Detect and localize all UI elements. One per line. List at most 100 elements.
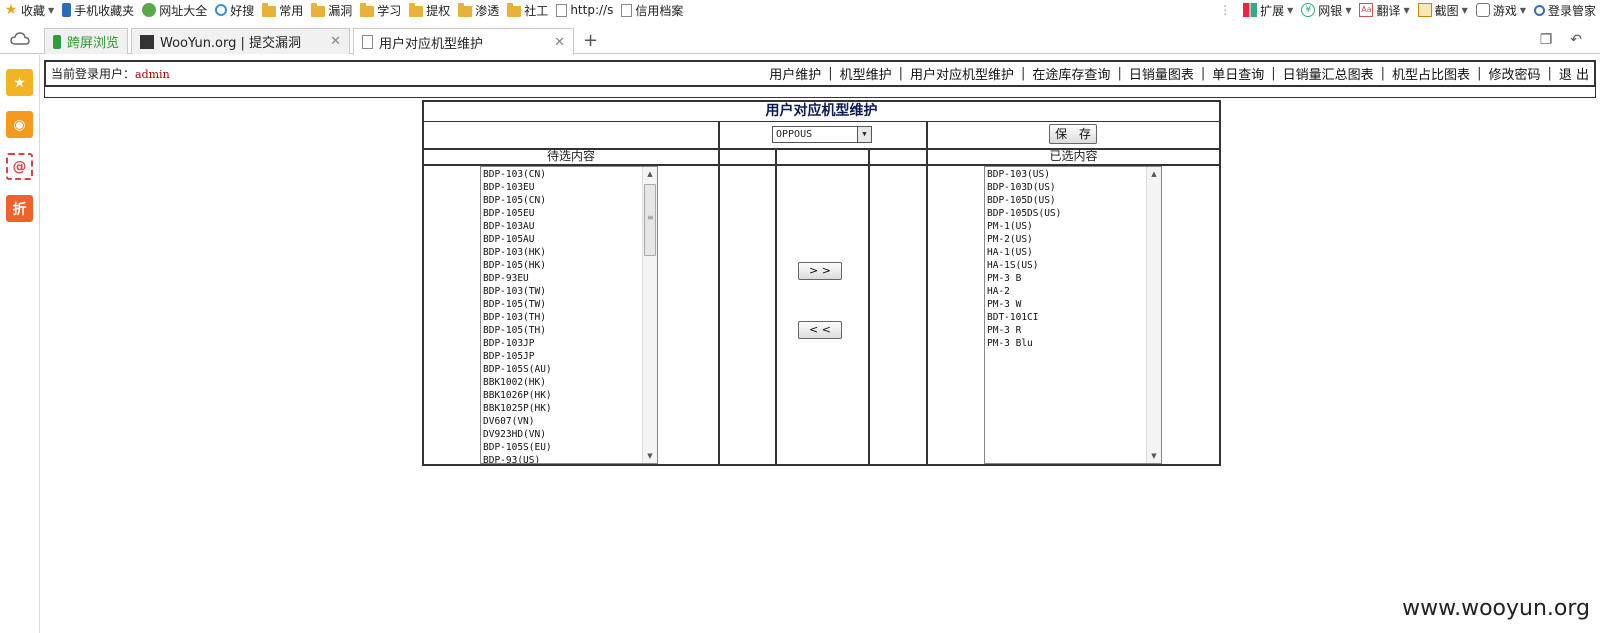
scroll-thumb[interactable] — [644, 184, 656, 256]
list-item[interactable]: BDP-105(TW) — [483, 298, 655, 311]
list-item[interactable]: BDP-103AU — [483, 220, 655, 233]
tab-wooyun[interactable]: WooYun.org | 提交漏洞 ✕ — [131, 28, 350, 54]
list-item[interactable]: BDP-105(TH) — [483, 324, 655, 337]
list-item[interactable]: BDP-105JP — [483, 350, 655, 363]
restore-window-icon[interactable]: ❐ — [1540, 32, 1553, 48]
chevron-down-icon[interactable]: ▼ — [48, 6, 54, 15]
list-item[interactable]: HA-1S(US) — [987, 259, 1159, 272]
mail-icon[interactable]: @ — [6, 153, 33, 180]
list-item[interactable]: BDP-103(TW) — [483, 285, 655, 298]
list-item[interactable]: BDP-103(CN) — [483, 168, 655, 181]
list-item[interactable]: BDP-103JP — [483, 337, 655, 350]
nav-model-maintenance[interactable]: 机型维护 — [840, 64, 892, 83]
list-item[interactable]: BDP-105(HK) — [483, 259, 655, 272]
list-item[interactable]: BDP-103D(US) — [987, 181, 1159, 194]
nav-user-model-maintenance[interactable]: 用户对应机型维护 — [910, 64, 1014, 83]
bookmark-mobile[interactable]: 手机收藏夹 — [58, 0, 138, 20]
screenshot-button[interactable]: 截图 ▼ — [1414, 0, 1472, 20]
list-item[interactable]: BDP-103(US) — [987, 168, 1159, 181]
login-username: admin — [135, 68, 170, 81]
list-item[interactable]: DV607(VN) — [483, 415, 655, 428]
list-item[interactable]: PM-3 B — [987, 272, 1159, 285]
chevron-down-icon[interactable]: ▼ — [1403, 6, 1409, 15]
list-item[interactable]: BDP-105(CN) — [483, 194, 655, 207]
chevron-down-icon[interactable]: ▼ — [857, 127, 871, 142]
nav-model-share-chart[interactable]: 机型占比图表 — [1392, 64, 1470, 83]
list-item[interactable]: BDP-105S(AU) — [483, 363, 655, 376]
nav-in-transit-stock[interactable]: 在途库存查询 — [1032, 64, 1110, 83]
available-list[interactable]: BDP-103(CN) BDP-103EU BDP-105(CN) BDP-105EU… — [480, 166, 658, 464]
nav-user-maintenance[interactable]: 用户维护 — [769, 64, 821, 83]
chevron-down-icon[interactable]: ▼ — [1462, 6, 1468, 15]
list-item[interactable]: PM-3 W — [987, 298, 1159, 311]
list-item[interactable]: BDP-93EU — [483, 272, 655, 285]
scroll-down-icon[interactable]: ▼ — [643, 449, 657, 463]
scroll-up-icon[interactable]: ▲ — [1147, 167, 1161, 181]
list-item[interactable]: HA-1(US) — [987, 246, 1159, 259]
tab-cross-screen[interactable]: 跨屏浏览 — [44, 28, 128, 54]
translate-button[interactable]: Aa 翻译 ▼ — [1355, 0, 1413, 20]
netbank-button[interactable]: ¥ 网银 ▼ — [1297, 0, 1355, 20]
bookmark-haosou[interactable]: 好搜 — [211, 0, 258, 20]
chevron-down-icon[interactable]: ▼ — [1345, 6, 1351, 15]
bookmark-directory[interactable]: 网址大全 — [138, 0, 211, 20]
selected-list[interactable]: BDP-103(US) BDP-103D(US) BDP-105D(US) BDP-1… — [984, 166, 1162, 464]
scrollbar[interactable]: ▲ ▼ — [642, 167, 657, 463]
undo-close-icon[interactable]: ↶ — [1570, 32, 1582, 48]
list-item[interactable]: BDP-105S(EU) — [483, 441, 655, 454]
scrollbar[interactable]: ▲ ▼ — [1146, 167, 1161, 463]
user-select[interactable]: OPPOUS ▼ — [772, 126, 872, 143]
bookmark-favorites[interactable]: ★ 收藏 ▼ — [0, 0, 58, 20]
list-item[interactable]: BBK1026P(HK) — [483, 389, 655, 402]
bookmark-folder-pentest[interactable]: 渗透 — [454, 0, 503, 20]
list-item[interactable]: BDP-93(US) — [483, 454, 655, 463]
extensions-button[interactable]: 扩展 ▼ — [1239, 0, 1297, 20]
list-item[interactable]: BDP-105EU — [483, 207, 655, 220]
login-manager-button[interactable]: 登录管家 — [1530, 0, 1600, 20]
new-tab-icon[interactable]: + — [583, 30, 598, 51]
list-item[interactable]: BDP-103(TH) — [483, 311, 655, 324]
bookmark-folder-privesc[interactable]: 提权 — [405, 0, 454, 20]
list-item[interactable]: BDP-105D(US) — [987, 194, 1159, 207]
bookmark-folder-vuln[interactable]: 漏洞 — [307, 0, 356, 20]
bookmark-folder-common[interactable]: 常用 — [258, 0, 307, 20]
favorites-star-icon[interactable]: ★ — [6, 69, 33, 96]
bookmark-folder-study[interactable]: 学习 — [356, 0, 405, 20]
list-item[interactable]: BDP-103EU — [483, 181, 655, 194]
bookmark-folder-social[interactable]: 社工 — [503, 0, 552, 20]
list-item[interactable]: PM-3 R — [987, 324, 1159, 337]
close-icon[interactable]: ✕ — [554, 35, 565, 50]
games-button[interactable]: 游戏 ▼ — [1472, 0, 1530, 20]
discount-icon[interactable]: 折 — [6, 195, 33, 222]
nav-logout[interactable]: 退 出 — [1559, 64, 1589, 83]
list-item[interactable]: DV923HD(VN) — [483, 428, 655, 441]
cloud-icon[interactable] — [10, 31, 30, 47]
list-item[interactable]: PM-3 Blu — [987, 337, 1159, 350]
move-right-button[interactable]: > > — [798, 262, 842, 280]
list-item[interactable]: BDT-101CI — [987, 311, 1159, 324]
list-item[interactable]: BDP-105DS(US) — [987, 207, 1159, 220]
list-item[interactable]: HA-2 — [987, 285, 1159, 298]
nav-daily-sales-chart[interactable]: 日销量图表 — [1129, 64, 1194, 83]
nav-change-password[interactable]: 修改密码 — [1488, 64, 1540, 83]
list-item[interactable]: PM-1(US) — [987, 220, 1159, 233]
bookmark-credit[interactable]: 信用档案 — [617, 0, 687, 20]
scroll-up-icon[interactable]: ▲ — [643, 167, 657, 181]
save-button[interactable]: 保 存 — [1049, 124, 1097, 144]
tab-user-model[interactable]: 用户对应机型维护 ✕ — [353, 28, 574, 55]
bookmark-http[interactable]: http://s — [552, 0, 617, 20]
chevron-down-icon[interactable]: ▼ — [1287, 6, 1293, 15]
list-item[interactable]: BBK1025P(HK) — [483, 402, 655, 415]
list-item[interactable]: BBK1002(HK) — [483, 376, 655, 389]
weibo-icon[interactable]: ◉ — [6, 111, 33, 138]
move-left-button[interactable]: < < — [798, 321, 842, 339]
scroll-down-icon[interactable]: ▼ — [1147, 449, 1161, 463]
list-item[interactable]: BDP-103(HK) — [483, 246, 655, 259]
close-icon[interactable]: ✕ — [330, 34, 341, 49]
list-item[interactable]: PM-2(US) — [987, 233, 1159, 246]
list-item[interactable]: BDP-105AU — [483, 233, 655, 246]
nav-single-day-query[interactable]: 单日查询 — [1212, 64, 1264, 83]
nav-daily-sales-summary[interactable]: 日销量汇总图表 — [1283, 64, 1374, 83]
chevron-down-icon[interactable]: ▼ — [1520, 6, 1526, 15]
folder-icon — [458, 2, 473, 17]
